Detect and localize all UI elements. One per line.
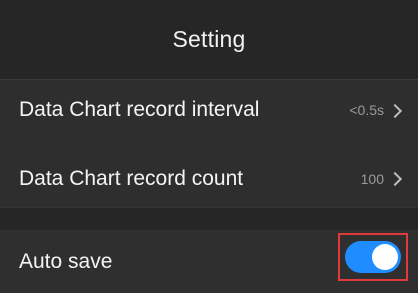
setting-label-record-count: Data Chart record count: [19, 166, 244, 190]
auto-save-toggle[interactable]: [345, 241, 401, 273]
section-divider: [0, 208, 418, 230]
chevron-right-icon: [387, 171, 403, 187]
setting-value-record-interval: <0.5s: [349, 102, 384, 118]
page-title: Setting: [172, 26, 246, 52]
setting-value-record-count: 100: [360, 170, 384, 187]
toggle-knob: [372, 244, 398, 270]
toggle-highlight-box: [338, 233, 408, 281]
setting-label-record-interval: Data Chart record interval: [19, 98, 260, 121]
setting-row-record-count[interactable]: Data Chart record count 100: [0, 150, 418, 208]
settings-screen: Setting Data Chart record interval <0.5s…: [0, 0, 418, 293]
page-header: Setting: [0, 0, 418, 80]
setting-row-record-interval[interactable]: Data Chart record interval <0.5s: [0, 80, 418, 140]
chevron-right-icon: [387, 103, 403, 118]
